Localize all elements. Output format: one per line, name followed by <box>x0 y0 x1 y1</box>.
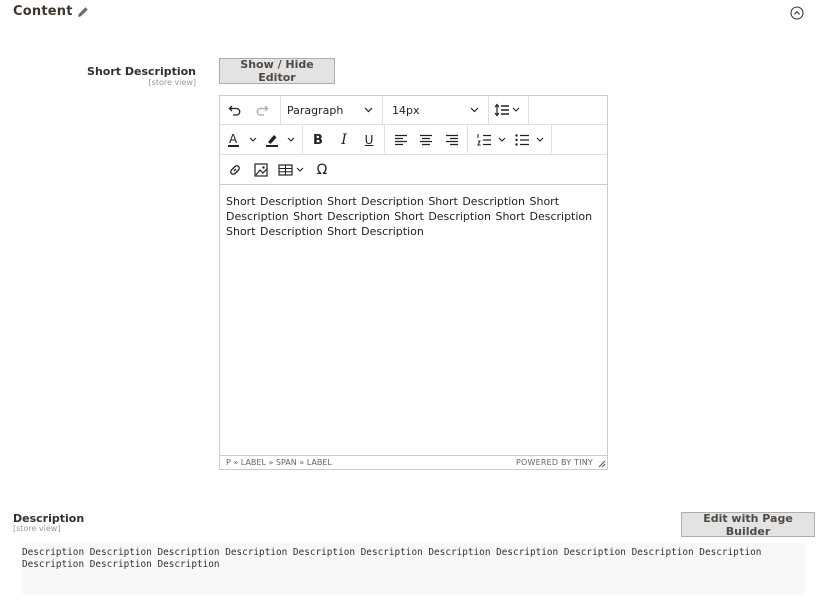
short-description-label: Short Description <box>87 65 196 78</box>
underline-icon[interactable]: U <box>359 128 379 152</box>
description-preview[interactable]: Description Description Description Desc… <box>22 543 805 595</box>
image-icon[interactable] <box>252 158 270 182</box>
toolbar-separator <box>551 125 552 153</box>
resize-handle-icon[interactable] <box>598 460 606 468</box>
block-format-value: Paragraph <box>287 103 344 117</box>
table-icon[interactable] <box>277 158 307 182</box>
toolbar-row-2: A B I U <box>220 125 607 155</box>
toolbar-row-1: Paragraph 14px <box>220 96 607 125</box>
svg-text:A: A <box>229 132 238 146</box>
redo-icon[interactable] <box>253 98 271 122</box>
description-scope: [store view] <box>13 524 61 533</box>
align-right-icon[interactable] <box>443 128 461 152</box>
align-center-icon[interactable] <box>417 128 435 152</box>
powered-by-tiny-link[interactable]: POWERED BY TINY <box>516 458 593 467</box>
line-height-icon[interactable] <box>492 98 524 122</box>
wysiwyg-editor: Paragraph 14px A B I U Ω Short Descripti… <box>219 95 608 470</box>
toolbar-separator <box>467 125 468 153</box>
collapse-icon[interactable] <box>790 6 804 20</box>
bold-icon[interactable]: B <box>308 128 328 152</box>
special-character-icon[interactable]: Ω <box>312 158 332 182</box>
link-icon[interactable] <box>226 158 244 182</box>
toolbar-row-3: Ω <box>220 155 607 185</box>
numbered-list-icon[interactable] <box>475 128 509 152</box>
chevron-down-icon <box>470 107 479 113</box>
bullet-list-icon[interactable] <box>513 128 547 152</box>
toolbar-separator <box>488 96 489 124</box>
description-content: Description Description Description Desc… <box>22 547 762 570</box>
block-format-dropdown[interactable]: Paragraph <box>281 98 381 122</box>
font-size-value: 14px <box>392 103 420 117</box>
show-hide-editor-button[interactable]: Show / Hide Editor <box>219 58 335 84</box>
short-description-scope: [store view] <box>148 78 196 87</box>
pencil-icon[interactable] <box>76 5 90 19</box>
edit-with-page-builder-button[interactable]: Edit with Page Builder <box>681 512 815 538</box>
toolbar-separator <box>528 96 529 124</box>
text-color-icon[interactable]: A <box>226 128 260 152</box>
undo-icon[interactable] <box>226 98 244 122</box>
highlight-color-icon[interactable] <box>264 128 298 152</box>
italic-icon[interactable]: I <box>334 128 354 152</box>
chevron-down-icon <box>364 107 373 113</box>
font-size-dropdown[interactable]: 14px <box>383 98 487 122</box>
align-left-icon[interactable] <box>392 128 410 152</box>
section-title[interactable]: Content <box>13 4 73 19</box>
toolbar-separator <box>302 125 303 153</box>
editor-statusbar: P » LABEL » SPAN » LABEL POWERED BY TINY <box>220 455 607 469</box>
element-path[interactable]: P » LABEL » SPAN » LABEL <box>226 458 332 467</box>
toolbar-separator <box>384 125 385 153</box>
editor-content[interactable]: Short Description Short Description Shor… <box>226 194 600 239</box>
